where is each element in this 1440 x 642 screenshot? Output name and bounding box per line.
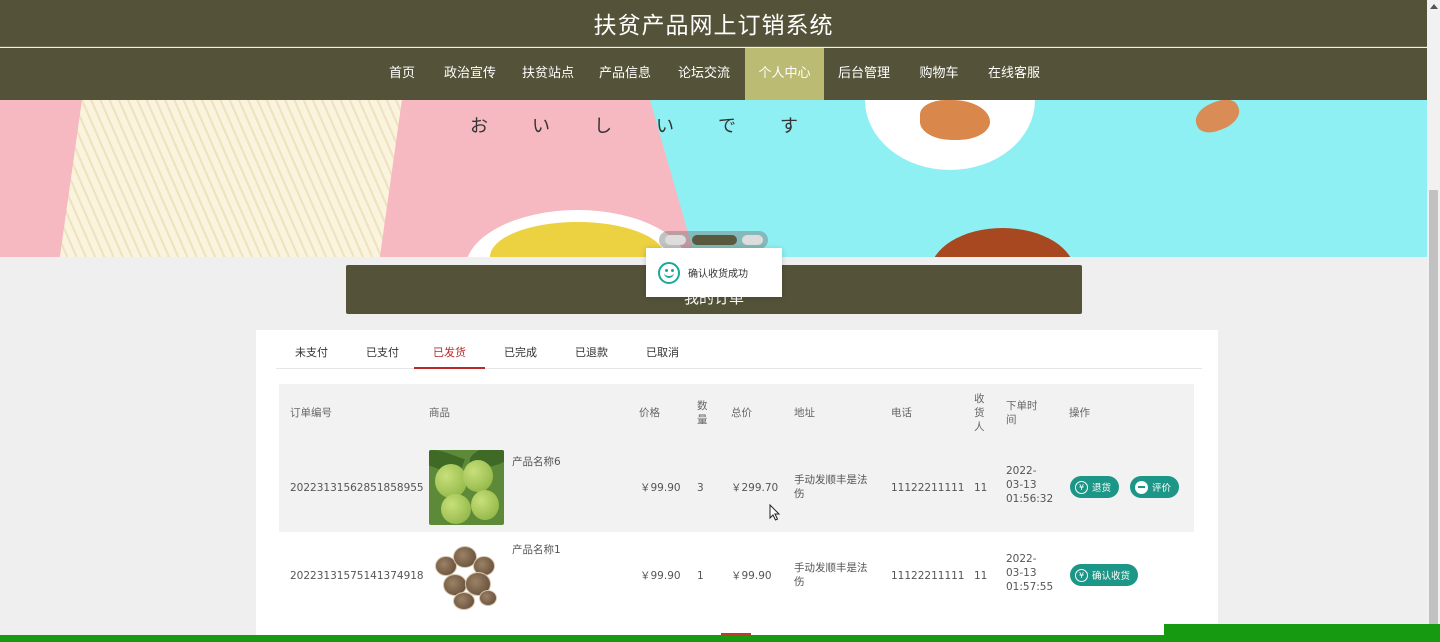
table-header: 订单编号 商品 价格 数量 总价 地址 电话 收货人 下单时间 操作 — [279, 384, 1194, 444]
scrollbar-thumb[interactable] — [1429, 190, 1438, 630]
nav-item-forum[interactable]: 论坛交流 — [672, 48, 736, 100]
qty-value: 3 — [697, 482, 704, 494]
header-total: 总价 — [731, 407, 752, 419]
kana-char: お — [470, 116, 498, 137]
page-scrollbar[interactable] — [1427, 0, 1440, 642]
total-value: ￥299.70 — [731, 482, 779, 494]
order-time-value: 2022-03-13 01:57:55 — [1006, 553, 1054, 593]
scroll-up-arrow-icon[interactable] — [1430, 4, 1438, 9]
header-actions: 操作 — [1069, 407, 1090, 419]
review-button[interactable]: 评价 — [1130, 476, 1180, 498]
header-receiver: 收货人 — [974, 393, 985, 433]
fruit — [441, 494, 471, 524]
banner-kana-text: おいしいです — [470, 112, 842, 138]
price-value: ￥99.90 — [640, 570, 681, 582]
header-phone: 电话 — [891, 407, 912, 419]
nav-item-products[interactable]: 产品信息 — [593, 48, 657, 100]
qty-value: 1 — [697, 570, 704, 582]
comment-icon — [1135, 480, 1148, 494]
address-value: 手动发顺丰是法伤 — [794, 562, 868, 588]
header-price: 价格 — [639, 407, 660, 419]
address-value: 手动发顺丰是法伤 — [794, 474, 868, 500]
tab-unpaid[interactable]: 未支付 — [276, 342, 347, 369]
return-button[interactable]: ¥ 退货 — [1070, 476, 1120, 498]
order-number: 20223131575141374918 — [290, 570, 424, 582]
banner-food — [920, 100, 990, 140]
kana-char: い — [656, 116, 684, 137]
order-number: 20223131562851858955 — [290, 482, 424, 494]
bottom-right-widget[interactable] — [1164, 624, 1440, 642]
success-toast: 确认收货成功 — [646, 248, 782, 297]
carousel-dot[interactable] — [742, 235, 763, 245]
fruit — [463, 460, 493, 492]
product-image[interactable] — [429, 538, 504, 613]
yen-icon: ¥ — [1075, 568, 1088, 582]
receiver-value: 11 — [974, 482, 988, 494]
mouse-cursor-icon — [769, 504, 781, 521]
kana-char: い — [532, 116, 560, 137]
order-time-value: 2022-03-13 01:56:32 — [1006, 465, 1054, 505]
product-image[interactable] — [429, 450, 504, 525]
banner-noodles-image — [55, 100, 405, 257]
site-title: 扶贫产品网上订销系统 — [593, 13, 834, 39]
tab-completed[interactable]: 已完成 — [485, 342, 556, 369]
nav-item-cart[interactable]: 购物车 — [912, 48, 966, 100]
return-button-label: 退货 — [1092, 483, 1112, 494]
tab-paid[interactable]: 已支付 — [347, 342, 418, 369]
orders-panel: 未支付 已支付 已发货 已完成 已退款 已取消 订单编号 商品 价格 数量 总价… — [256, 330, 1218, 642]
top-header: 扶贫产品网上订销系统 — [0, 0, 1427, 47]
nav-item-publicity[interactable]: 政治宣传 — [438, 48, 502, 100]
header-product: 商品 — [429, 407, 450, 419]
header-order-time: 下单时间 — [1006, 400, 1038, 426]
banner-broth — [490, 222, 665, 257]
carousel-dot[interactable] — [665, 235, 686, 245]
smile-icon — [658, 261, 680, 284]
nav-item-stations[interactable]: 扶贫站点 — [516, 48, 580, 100]
bottom-marker — [721, 633, 751, 636]
carousel-dot-active[interactable] — [692, 235, 737, 245]
tab-cancelled[interactable]: 已取消 — [627, 342, 698, 369]
header-qty: 数量 — [697, 400, 708, 426]
order-status-tabs: 未支付 已支付 已发货 已完成 已退款 已取消 — [276, 342, 1202, 369]
kana-char: で — [718, 116, 746, 137]
yen-icon: ¥ — [1075, 480, 1088, 494]
receiver-value: 11 — [974, 570, 988, 582]
tab-refunded[interactable]: 已退款 — [556, 342, 627, 369]
smile-mouth — [664, 271, 674, 278]
nav-item-customer-service[interactable]: 在线客服 — [982, 48, 1046, 100]
phone-value: 11122211111 — [891, 570, 965, 582]
header-address: 地址 — [794, 407, 815, 419]
price-value: ￥99.90 — [640, 482, 681, 494]
phone-value: 11122211111 — [891, 482, 965, 494]
nav-item-personal-center[interactable]: 个人中心 — [745, 48, 824, 100]
total-value: ￥99.90 — [731, 570, 772, 582]
product-name-link[interactable]: 产品名称6 — [512, 455, 561, 469]
fruit — [471, 490, 499, 520]
table-row: 20223131575141374918 产品名称1 ￥99.90 1 ￥99.… — [279, 532, 1194, 620]
kana-char: し — [594, 116, 622, 137]
main-nav: 首页 政治宣传 扶贫站点 产品信息 论坛交流 个人中心 后台管理 购物车 在线客… — [0, 48, 1427, 100]
fruit — [435, 464, 467, 498]
table-row: 20223131562851858955 产品名称6 ￥99.90 3 ￥299… — [279, 444, 1194, 532]
orders-table: 订单编号 商品 价格 数量 总价 地址 电话 收货人 下单时间 操作 20223… — [279, 384, 1194, 620]
review-button-label: 评价 — [1152, 483, 1172, 494]
nav-item-admin[interactable]: 后台管理 — [832, 48, 896, 100]
mushroom-cap — [479, 590, 497, 606]
confirm-receipt-label: 确认收货 — [1092, 571, 1131, 582]
toast-message: 确认收货成功 — [688, 269, 748, 280]
kana-char: す — [780, 116, 808, 137]
carousel-indicator — [659, 231, 768, 249]
header-order-no: 订单编号 — [290, 407, 332, 419]
nav-item-home[interactable]: 首页 — [378, 48, 426, 100]
tab-shipped[interactable]: 已发货 — [414, 342, 485, 369]
hero-banner[interactable]: おいしいです — [0, 100, 1427, 257]
mushroom-cap — [453, 592, 475, 610]
confirm-receipt-button[interactable]: ¥ 确认收货 — [1070, 564, 1139, 586]
product-name-link[interactable]: 产品名称1 — [512, 543, 561, 557]
